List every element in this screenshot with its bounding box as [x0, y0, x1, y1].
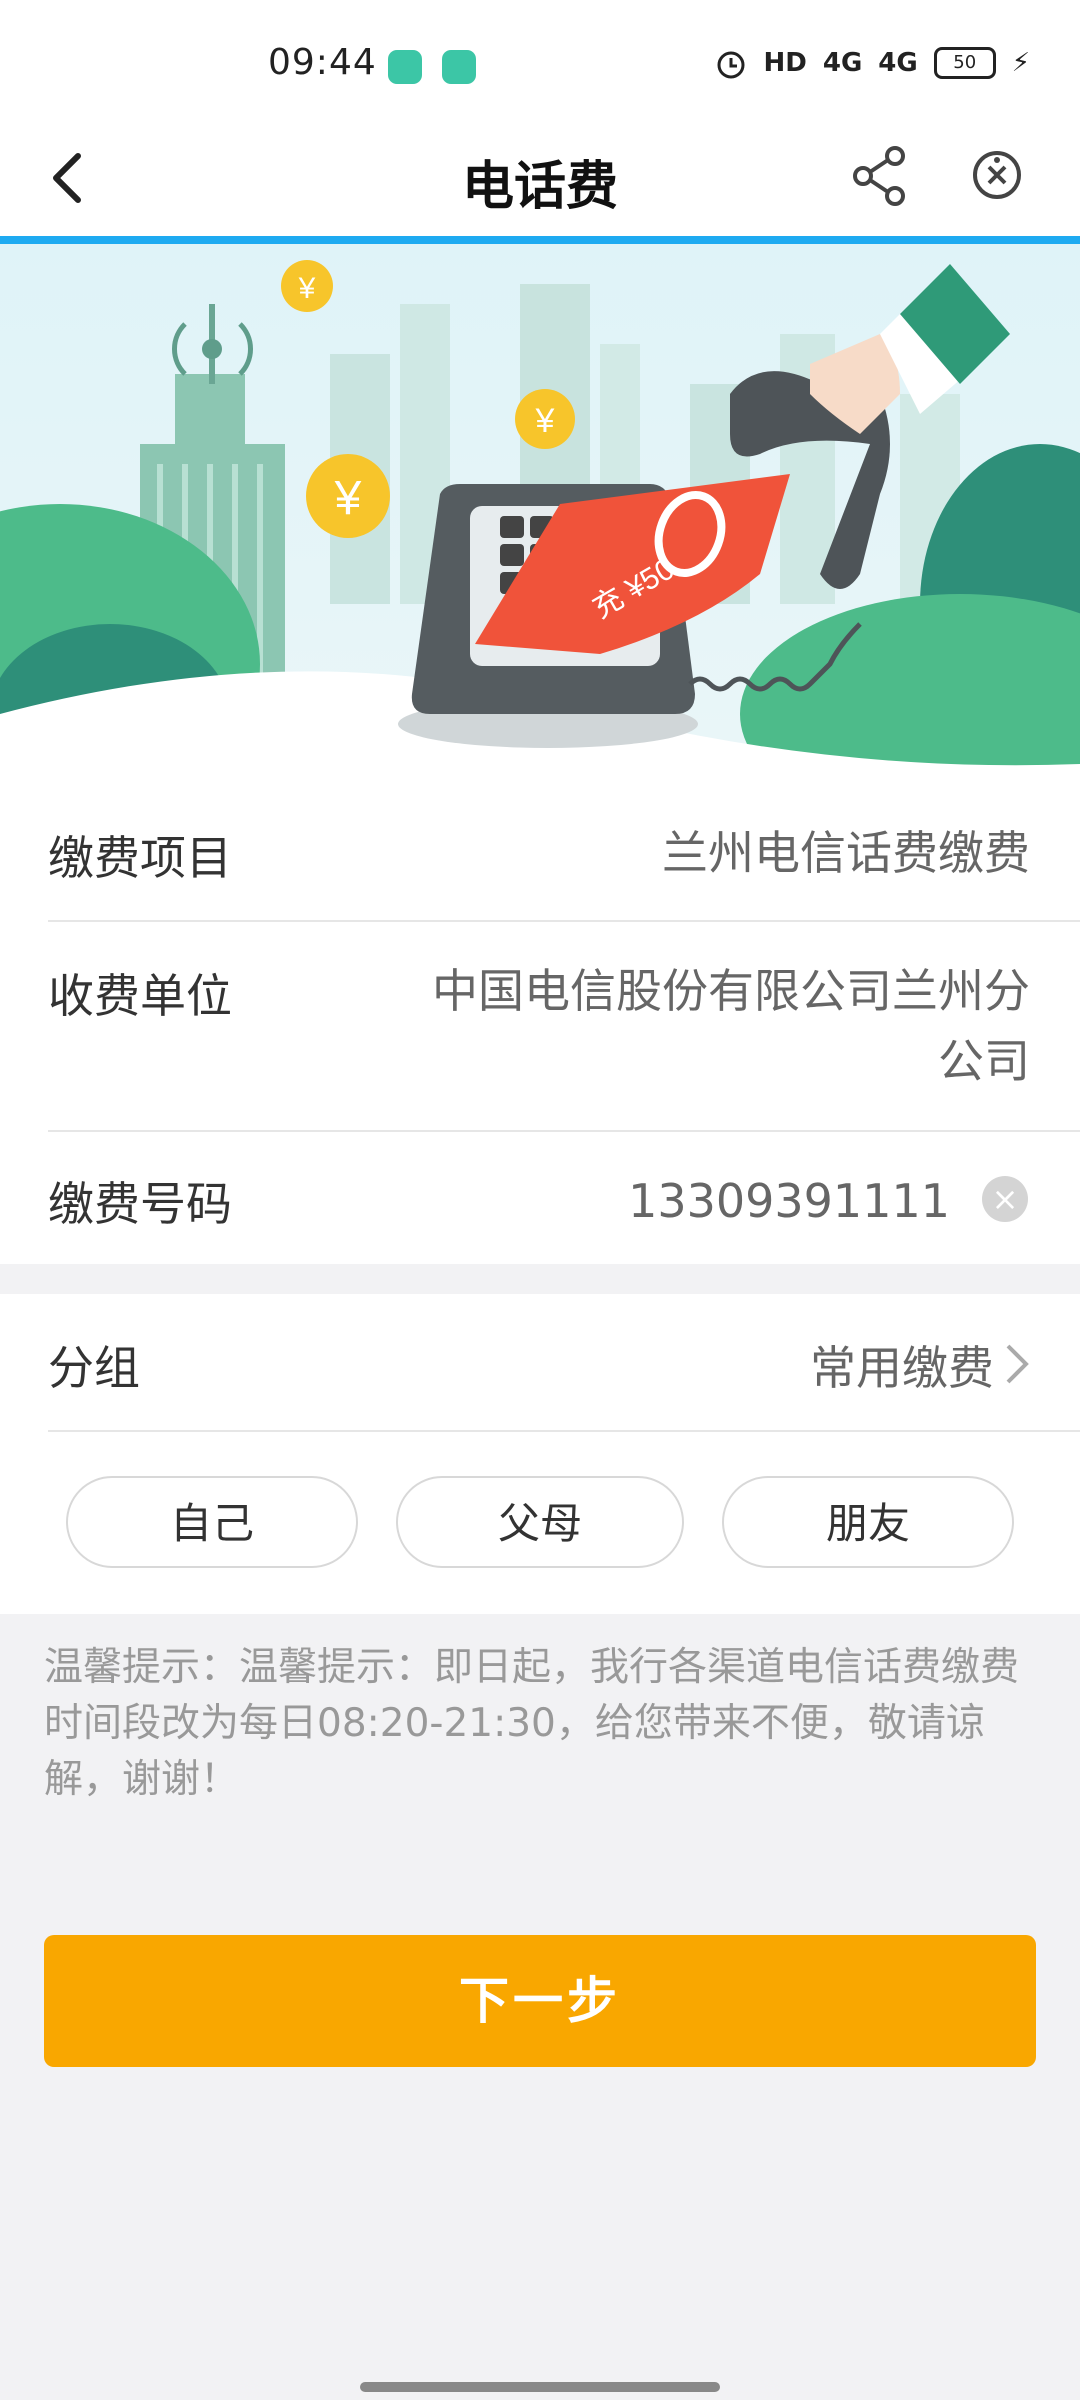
- battery-icon: 50: [933, 47, 996, 79]
- payee-row: 收费单位 中国电信股份有限公司兰州分公司: [48, 922, 1080, 1132]
- payment-item-value: 兰州电信话费缴费: [662, 826, 1030, 880]
- group-chips: 自己 父母 朋友: [0, 1476, 1080, 1572]
- close-circle-icon: [973, 151, 1021, 199]
- app-notification-icon: [388, 50, 422, 84]
- payment-number-input[interactable]: 13309391111: [628, 1166, 950, 1236]
- svg-text:¥: ¥: [334, 472, 362, 525]
- status-bar: 09:44 HD 4G 4G 50 ⚡: [0, 0, 1080, 120]
- group-value: 常用缴费: [810, 1341, 994, 1395]
- payment-number-row: 缴费号码 13309391111 ×: [48, 1132, 1080, 1264]
- status-time: 09:44: [268, 42, 377, 83]
- svg-text:¥: ¥: [535, 402, 555, 440]
- alarm-icon: [717, 51, 745, 79]
- app-notification-icon: [442, 50, 476, 84]
- clear-input-button[interactable]: ×: [982, 1176, 1028, 1222]
- section-divider: [0, 1264, 1080, 1294]
- group-selector-row[interactable]: 分组 常用缴费: [48, 1294, 1080, 1432]
- group-label: 分组: [48, 1341, 140, 1395]
- notice-text: 温馨提示：温馨提示：即日起，我行各渠道电信话费缴费时间段改为每日08:20-21…: [44, 1645, 1020, 1802]
- next-step-button[interactable]: 下一步: [44, 1935, 1036, 2067]
- nav-accent-line: [0, 236, 1080, 244]
- share-icon: [853, 146, 905, 206]
- close-miniapp-button[interactable]: [966, 144, 1028, 206]
- signal-4g-icon: 4G: [878, 48, 918, 78]
- status-indicators: HD 4G 4G 50 ⚡: [714, 46, 1030, 80]
- charging-icon: ⚡: [1011, 48, 1030, 78]
- svg-text:¥: ¥: [298, 272, 316, 305]
- chip-parents[interactable]: 父母: [396, 1476, 684, 1568]
- payment-item-row: 缴费项目 兰州电信话费缴费: [48, 784, 1080, 922]
- chevron-right-icon: [1006, 1344, 1029, 1384]
- chip-friends[interactable]: 朋友: [722, 1476, 1014, 1568]
- page-title: 电话费: [461, 157, 618, 217]
- home-indicator[interactable]: [360, 2382, 720, 2392]
- payee-label: 收费单位: [48, 969, 232, 1023]
- hd-icon: HD: [763, 48, 807, 78]
- share-button[interactable]: [845, 140, 915, 210]
- payment-number-label: 缴费号码: [48, 1177, 232, 1231]
- payment-form: 缴费项目 兰州电信话费缴费 收费单位 中国电信股份有限公司兰州分公司 缴费号码 …: [0, 784, 1080, 1264]
- payment-item-label: 缴费项目: [48, 831, 232, 885]
- nav-bar: 电话费: [0, 120, 1080, 236]
- chip-self[interactable]: 自己: [66, 1476, 358, 1568]
- signal-4g-icon: 4G: [822, 48, 863, 78]
- banner-illustration: ¥ ¥ ¥ 充 ¥50: [0, 244, 1080, 784]
- phone-bill-illustration: ¥ ¥ ¥ 充 ¥50: [0, 260, 1080, 784]
- payee-value: 中国电信股份有限公司兰州分公司: [432, 964, 1030, 1088]
- group-section: 分组 常用缴费 自己 父母 朋友: [0, 1294, 1080, 1614]
